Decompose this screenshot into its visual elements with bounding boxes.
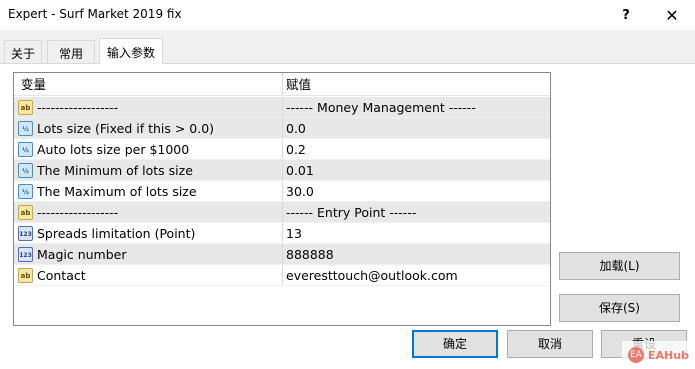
grid-header: 变量 赋值 bbox=[14, 73, 550, 96]
title-bar: Expert - Surf Market 2019 fix ? ✕ bbox=[0, 0, 695, 30]
param-value[interactable]: ------ Money Management ------ bbox=[284, 97, 550, 117]
table-row[interactable]: ab ------------------ ------ Money Manag… bbox=[14, 97, 550, 118]
integer-icon: 123 bbox=[18, 226, 33, 241]
string-icon: ab bbox=[18, 100, 33, 115]
param-name: The Minimum of lots size bbox=[37, 163, 193, 178]
param-name: ------------------ bbox=[37, 100, 119, 115]
close-button[interactable]: ✕ bbox=[649, 0, 695, 30]
param-value[interactable]: 30.0 bbox=[284, 181, 550, 201]
save-button[interactable]: 保存(S) bbox=[559, 294, 680, 322]
ok-button[interactable]: 确定 bbox=[412, 330, 498, 358]
table-row[interactable]: ½ Lots size (Fixed if this > 0.0) 0.0 bbox=[14, 118, 550, 139]
tab-inputs[interactable]: 输入参数 bbox=[99, 38, 163, 64]
tab-strip: 关于 常用 输入参数 bbox=[0, 38, 695, 64]
param-value[interactable]: 13 bbox=[284, 223, 550, 243]
string-icon: ab bbox=[18, 268, 33, 283]
param-value[interactable]: 888888 bbox=[284, 244, 550, 264]
help-button[interactable]: ? bbox=[603, 0, 649, 30]
parameters-grid[interactable]: 变量 赋值 ab ------------------ ------ Money… bbox=[13, 72, 551, 326]
tab-about[interactable]: 关于 bbox=[4, 40, 42, 63]
cancel-button[interactable]: 取消 bbox=[507, 330, 593, 358]
param-name: The Maximum of lots size bbox=[37, 184, 197, 199]
param-name: Auto lots size per $1000 bbox=[37, 142, 190, 157]
table-row[interactable]: ab ------------------ ------ Entry Point… bbox=[14, 202, 550, 223]
string-icon: ab bbox=[18, 205, 33, 220]
table-row[interactable]: ½ Auto lots size per $1000 0.2 bbox=[14, 139, 550, 160]
header-value[interactable]: 赋值 bbox=[284, 73, 550, 95]
double-icon: ½ bbox=[18, 163, 33, 178]
param-value[interactable]: everesttouch@outlook.com bbox=[284, 265, 550, 285]
double-icon: ½ bbox=[18, 121, 33, 136]
table-row[interactable]: 123 Magic number 888888 bbox=[14, 244, 550, 265]
param-value[interactable]: ------ Entry Point ------ bbox=[284, 202, 550, 222]
eahub-logo-icon: EA bbox=[628, 347, 644, 363]
table-row[interactable]: ½ The Minimum of lots size 0.01 bbox=[14, 160, 550, 181]
double-icon: ½ bbox=[18, 184, 33, 199]
integer-icon: 123 bbox=[18, 247, 33, 262]
header-variable[interactable]: 变量 bbox=[14, 73, 283, 95]
param-name: Contact bbox=[37, 268, 86, 283]
window-title: Expert - Surf Market 2019 fix bbox=[8, 7, 182, 21]
double-icon: ½ bbox=[18, 142, 33, 157]
param-name: ------------------ bbox=[37, 205, 119, 220]
tab-common[interactable]: 常用 bbox=[47, 40, 95, 63]
param-name: Spreads limitation (Point) bbox=[37, 226, 196, 241]
param-value[interactable]: 0.01 bbox=[284, 160, 550, 180]
param-value[interactable]: 0.2 bbox=[284, 139, 550, 159]
table-row[interactable]: ½ The Maximum of lots size 30.0 bbox=[14, 181, 550, 202]
param-value[interactable]: 0.0 bbox=[284, 118, 550, 138]
watermark-text: EAHub bbox=[648, 348, 689, 362]
param-name: Magic number bbox=[37, 247, 127, 262]
load-button[interactable]: 加载(L) bbox=[559, 252, 680, 280]
table-row[interactable]: 123 Spreads limitation (Point) 13 bbox=[14, 223, 550, 244]
param-name: Lots size (Fixed if this > 0.0) bbox=[37, 121, 215, 136]
table-row[interactable]: ab Contact everesttouch@outlook.com bbox=[14, 265, 550, 286]
watermark: EA EAHub bbox=[622, 341, 695, 369]
